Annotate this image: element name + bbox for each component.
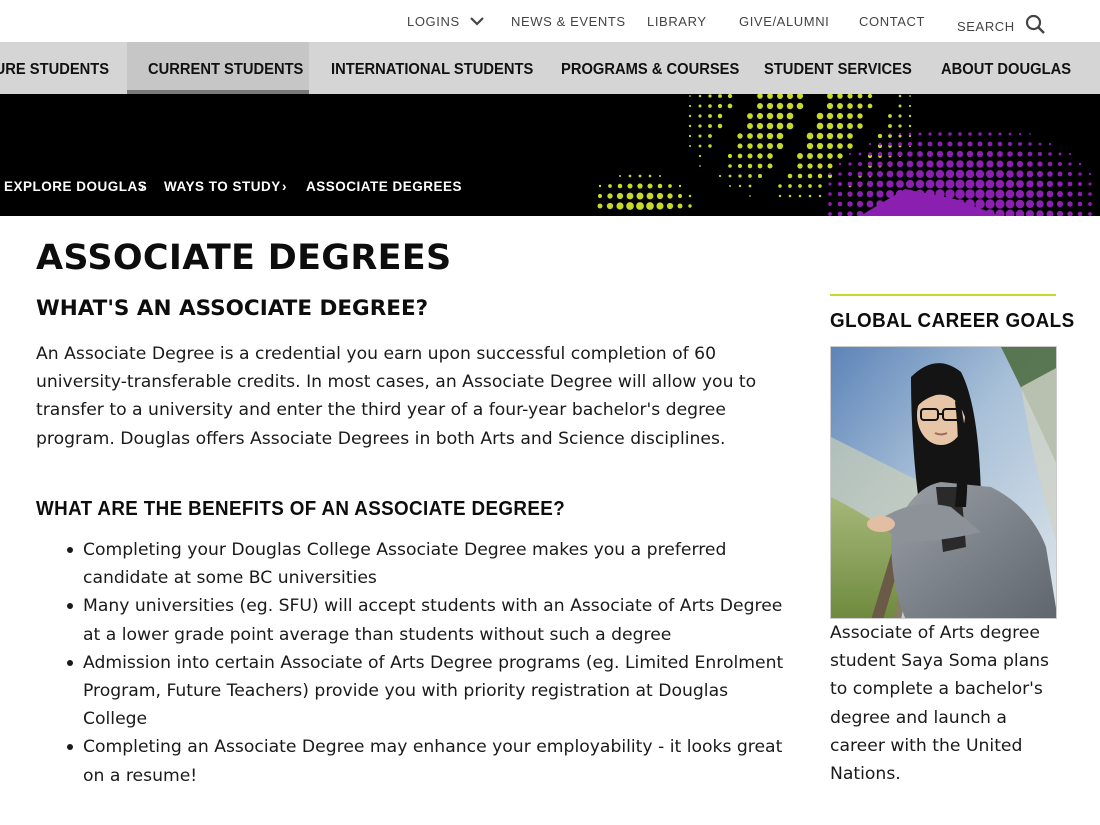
contact-link[interactable]: CONTACT	[859, 14, 925, 29]
nav-current-students[interactable]: CURRENT STUDENTS	[148, 42, 303, 94]
news-events-link[interactable]: NEWS & EVENTS	[511, 14, 626, 29]
utility-nav: LOGINS NEWS & EVENTS LIBRARY GIVE/ALUMNI…	[0, 0, 1100, 42]
benefits-list: Completing your Douglas College Associat…	[36, 536, 796, 790]
decorative-dot-pattern	[597, 94, 1092, 216]
list-item: Many universities (eg. SFU) will accept …	[36, 592, 796, 648]
search-button[interactable]: SEARCH	[957, 14, 1047, 34]
logins-label: LOGINS	[407, 14, 460, 29]
give-alumni-link[interactable]: GIVE/ALUMNI	[739, 14, 829, 29]
search-label: SEARCH	[957, 19, 1015, 34]
library-link[interactable]: LIBRARY	[647, 14, 707, 29]
breadcrumb-explore-douglas[interactable]: EXPLORE DOUGLAS	[4, 179, 147, 194]
sidebar-title: GLOBAL CAREER GOALS	[830, 310, 1075, 332]
section-heading-whats-an-associate-degree: WHAT'S AN ASSOCIATE DEGREE?	[36, 296, 429, 321]
search-icon	[1025, 14, 1045, 34]
page-title: ASSOCIATE DEGREES	[36, 238, 452, 278]
nav-future-students[interactable]: FUTURE STUDENTS	[0, 42, 109, 94]
sidebar-caption: Associate of Arts degree student Saya So…	[830, 623, 1050, 785]
breadcrumb-associate-degrees: ASSOCIATE DEGREES	[306, 179, 463, 194]
intro-paragraph: An Associate Degree is a credential you …	[36, 344, 757, 449]
list-item: Completing an Associate Degree may enhan…	[36, 733, 796, 789]
nav-student-services[interactable]: STUDENT SERVICES	[764, 42, 912, 94]
nav-programs-courses[interactable]: PROGRAMS & COURSES	[561, 42, 739, 94]
section-heading-benefits: WHAT ARE THE BENEFITS OF AN ASSOCIATE DE…	[36, 498, 566, 520]
chevron-right-icon: ›	[282, 179, 287, 194]
list-item: Admission into certain Associate of Arts…	[36, 649, 796, 734]
main-nav: FUTURE STUDENTS CURRENT STUDENTS INTERNA…	[0, 42, 1100, 94]
sidebar-divider	[830, 294, 1056, 296]
student-photo	[830, 346, 1057, 619]
chevron-down-icon	[470, 17, 484, 26]
chevron-right-icon: ›	[140, 179, 145, 194]
nav-international-students[interactable]: INTERNATIONAL STUDENTS	[331, 42, 533, 94]
logins-menu[interactable]: LOGINS	[407, 14, 486, 29]
breadcrumb-ways-to-study[interactable]: WAYS TO STUDY	[164, 179, 281, 194]
list-item: Completing your Douglas College Associat…	[36, 536, 796, 592]
nav-about-douglas[interactable]: ABOUT DOUGLAS	[941, 42, 1071, 94]
student-photo-illustration	[831, 347, 1056, 618]
hero-banner: EXPLORE DOUGLAS › WAYS TO STUDY › ASSOCI…	[0, 94, 1100, 216]
